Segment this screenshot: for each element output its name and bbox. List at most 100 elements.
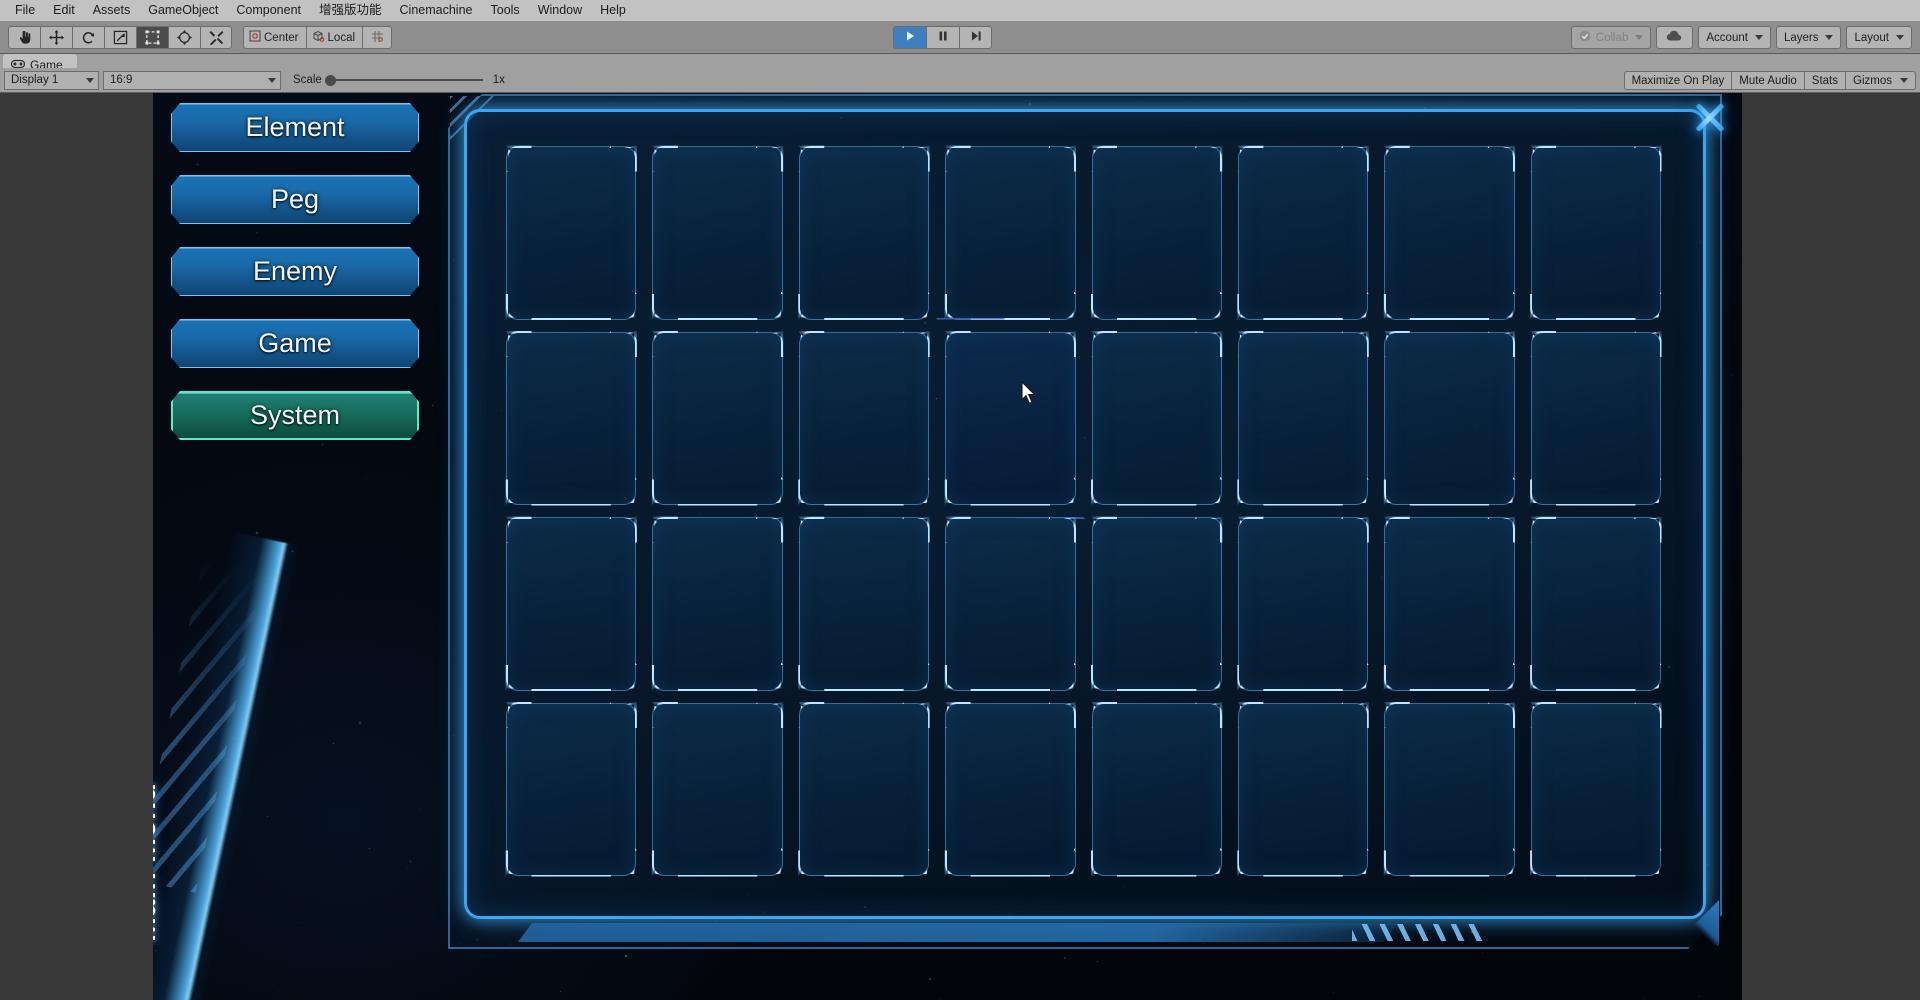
rect-transform-icon — [145, 30, 160, 45]
item-card[interactable] — [798, 517, 930, 691]
item-card[interactable] — [1384, 331, 1515, 505]
item-card-surface — [1237, 702, 1369, 876]
item-card[interactable] — [945, 517, 1076, 691]
item-card[interactable] — [506, 517, 637, 691]
scale-slider-knob[interactable] — [324, 75, 336, 86]
item-card[interactable] — [506, 702, 637, 876]
item-card[interactable] — [506, 331, 637, 505]
display-label: Display 1 — [11, 74, 59, 86]
rect-tool-button[interactable] — [136, 26, 168, 49]
item-card[interactable] — [1237, 146, 1369, 320]
step-forward-icon — [970, 29, 982, 47]
scale-value: 1x — [492, 74, 505, 86]
item-card-surface — [1091, 702, 1222, 876]
item-card[interactable] — [1091, 517, 1222, 691]
chevron-down-icon — [268, 77, 276, 83]
item-card-surface — [652, 146, 783, 320]
chevron-down-icon — [1754, 35, 1763, 40]
menu-item-enhanced[interactable]: 增强版功能 — [310, 1, 391, 20]
category-label: Element — [245, 112, 345, 142]
rotate-tool-button[interactable] — [72, 26, 104, 49]
category-button-peg[interactable]: Peg — [171, 175, 419, 224]
item-card[interactable] — [1091, 702, 1222, 876]
custom-tool-button[interactable] — [200, 26, 232, 49]
hand-icon — [17, 30, 32, 45]
step-button[interactable] — [959, 26, 992, 49]
item-card[interactable] — [506, 146, 637, 320]
menu-item-help[interactable]: Help — [591, 1, 635, 20]
scale-slider-track[interactable] — [324, 75, 483, 86]
category-button-element[interactable]: Element — [171, 103, 419, 152]
item-card-surface — [652, 517, 783, 691]
mute-audio-label: Mute Audio — [1739, 74, 1797, 87]
menu-item-gameobject[interactable]: GameObject — [139, 1, 227, 20]
item-card[interactable] — [1530, 702, 1661, 876]
stats-toggle[interactable]: Stats — [1803, 71, 1846, 90]
transform-tool-button[interactable] — [168, 26, 200, 49]
item-card[interactable] — [1091, 331, 1222, 505]
hand-tool-button[interactable] — [8, 26, 40, 49]
category-button-system[interactable]: System — [171, 391, 419, 440]
mute-audio-toggle[interactable]: Mute Audio — [1731, 71, 1804, 90]
item-card-surface — [798, 146, 930, 320]
maximize-on-play-toggle[interactable]: Maximize On Play — [1623, 71, 1732, 90]
display-dropdown[interactable]: Display 1 — [4, 70, 99, 90]
play-button[interactable] — [893, 26, 926, 49]
menu-item-assets[interactable]: Assets — [84, 1, 140, 20]
category-button-game[interactable]: Game — [171, 319, 419, 368]
game-view[interactable]: Main Menu Element Peg Enemy Game System — [153, 93, 1742, 1000]
menu-item-window[interactable]: Window — [529, 1, 591, 20]
aspect-ratio-dropdown[interactable]: 16:9 — [103, 70, 281, 90]
item-card-surface — [1384, 517, 1515, 691]
grid-snap-button[interactable] — [362, 26, 393, 49]
item-card-selected[interactable] — [945, 332, 1075, 506]
scale-tool-button[interactable] — [104, 26, 136, 49]
item-card[interactable] — [798, 702, 930, 876]
account-button[interactable]: Account — [1698, 26, 1771, 49]
collab-button[interactable]: Collab — [1570, 26, 1652, 49]
cloud-button[interactable] — [1656, 26, 1694, 49]
item-card[interactable] — [798, 331, 930, 505]
item-card[interactable] — [1530, 331, 1661, 505]
item-card[interactable] — [1237, 331, 1369, 505]
item-card[interactable] — [1237, 517, 1369, 691]
item-card-surface — [1530, 517, 1661, 691]
item-card[interactable] — [1384, 702, 1515, 876]
item-card[interactable] — [652, 331, 783, 505]
layout-button[interactable]: Layout — [1846, 26, 1912, 49]
item-card[interactable] — [1384, 146, 1515, 320]
pivot-mode-button[interactable]: Center — [243, 26, 306, 49]
item-card[interactable] — [652, 702, 783, 876]
item-card[interactable] — [1384, 517, 1515, 691]
item-card[interactable] — [652, 146, 783, 320]
chevron-down-icon — [1900, 78, 1908, 83]
item-card[interactable] — [945, 146, 1076, 320]
item-card[interactable] — [1530, 517, 1661, 691]
menu-bar: File Edit Assets GameObject Component 增强… — [0, 0, 1920, 21]
item-card[interactable] — [945, 702, 1076, 876]
item-card[interactable] — [1091, 146, 1222, 320]
pause-button[interactable] — [926, 26, 959, 49]
close-icon[interactable] — [1690, 97, 1730, 137]
pivot-rotation-button[interactable]: Local — [305, 26, 363, 49]
item-card-surface — [506, 146, 637, 320]
layers-button[interactable]: Layers — [1775, 26, 1842, 49]
item-card[interactable] — [652, 517, 783, 691]
item-card[interactable] — [1530, 146, 1661, 320]
move-tool-button[interactable] — [40, 26, 72, 49]
menu-item-tools[interactable]: Tools — [482, 1, 529, 20]
menu-item-file[interactable]: File — [6, 1, 44, 20]
grid-snap-icon — [371, 30, 384, 46]
item-card-surface — [798, 331, 930, 505]
menu-item-cinemachine[interactable]: Cinemachine — [391, 1, 482, 20]
item-card-surface — [506, 702, 637, 876]
gizmos-dropdown[interactable]: Gizmos — [1845, 71, 1916, 90]
item-card[interactable] — [1237, 702, 1369, 876]
menu-item-edit[interactable]: Edit — [44, 1, 84, 20]
item-card-surface — [1237, 146, 1369, 320]
item-card[interactable] — [798, 146, 930, 320]
pivot-center-icon — [249, 30, 261, 45]
category-button-enemy[interactable]: Enemy — [171, 247, 419, 296]
menu-item-component[interactable]: Component — [227, 1, 310, 20]
scale-slider[interactable] — [324, 75, 483, 86]
